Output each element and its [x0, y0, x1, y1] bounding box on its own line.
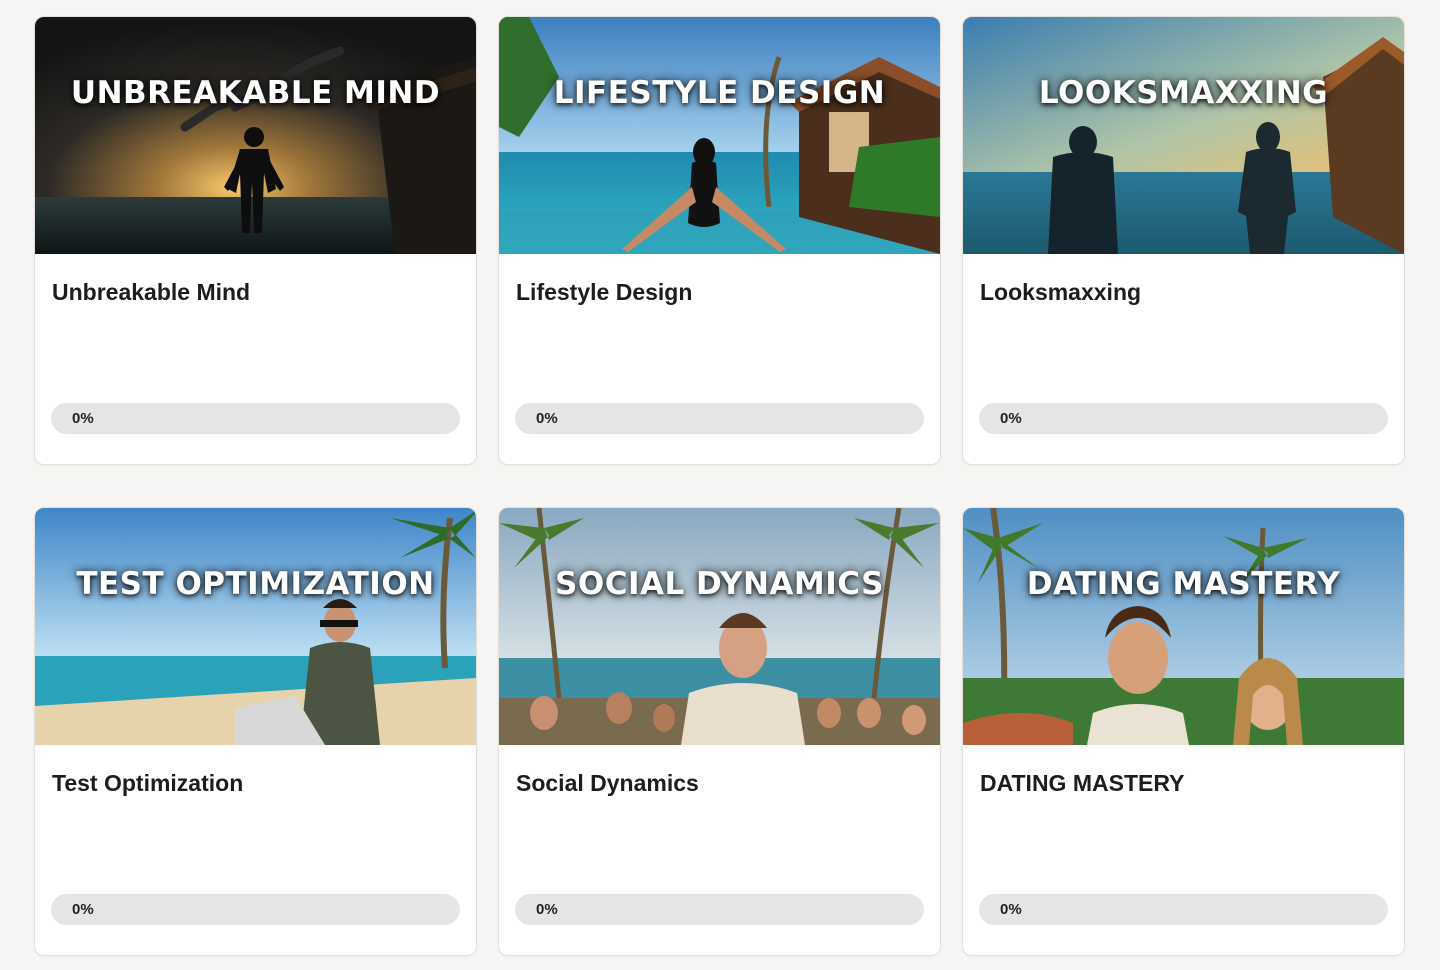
course-card[interactable]: LIFESTYLE DESIGN Lifestyle Design 0% — [498, 16, 941, 465]
course-banner-text: LIFESTYLE DESIGN — [553, 75, 886, 111]
course-card[interactable]: TEST OPTIMIZATION Test Optimization 0% — [34, 507, 477, 956]
progress-bar: 0% — [979, 403, 1388, 434]
progress-bar: 0% — [515, 403, 924, 434]
course-thumbnail[interactable]: SOCIAL DYNAMICS — [499, 508, 940, 745]
progress-label: 0% — [1000, 410, 1022, 427]
course-title[interactable]: Test Optimization — [52, 770, 243, 797]
course-thumbnail[interactable]: DATING MASTERY — [963, 508, 1404, 745]
course-banner-text: SOCIAL DYNAMICS — [555, 566, 884, 602]
course-thumbnail[interactable]: LOOKSMAXXING — [963, 17, 1404, 254]
two-silhouettes-image — [963, 17, 1404, 254]
course-thumbnail[interactable]: UNBREAKABLE MIND — [35, 17, 476, 254]
progress-bar: 0% — [515, 894, 924, 925]
course-grid: UNBREAKABLE MIND Unbreakable Mind 0% LIF… — [34, 16, 1405, 956]
course-card[interactable]: SOCIAL DYNAMICS Social Dynamics 0% — [498, 507, 941, 956]
couple-palms-image — [963, 508, 1404, 745]
course-banner-text: LOOKSMAXXING — [1038, 75, 1329, 111]
course-banner-text: TEST OPTIMIZATION — [76, 566, 435, 602]
progress-label: 0% — [72, 410, 94, 427]
course-thumbnail[interactable]: TEST OPTIMIZATION — [35, 508, 476, 745]
storm-silhouette-image — [35, 17, 476, 254]
course-title[interactable]: Unbreakable Mind — [52, 279, 250, 306]
course-card[interactable]: LOOKSMAXXING Looksmaxxing 0% — [962, 16, 1405, 465]
man-laptop-beach-image — [35, 508, 476, 745]
course-banner-text: DATING MASTERY — [1026, 566, 1341, 602]
progress-bar: 0% — [51, 894, 460, 925]
course-title[interactable]: DATING MASTERY — [980, 770, 1184, 797]
progress-label: 0% — [536, 901, 558, 918]
woman-infinity-pool-image — [499, 17, 940, 254]
progress-bar: 0% — [51, 403, 460, 434]
course-card[interactable]: UNBREAKABLE MIND Unbreakable Mind 0% — [34, 16, 477, 465]
course-card[interactable]: DATING MASTERY DATING MASTERY 0% — [962, 507, 1405, 956]
course-title[interactable]: Looksmaxxing — [980, 279, 1141, 306]
course-banner-text: UNBREAKABLE MIND — [70, 75, 441, 111]
course-thumbnail[interactable]: LIFESTYLE DESIGN — [499, 17, 940, 254]
course-title[interactable]: Lifestyle Design — [516, 279, 692, 306]
group-beach-image — [499, 508, 940, 745]
progress-label: 0% — [1000, 901, 1022, 918]
course-title[interactable]: Social Dynamics — [516, 770, 699, 797]
progress-label: 0% — [536, 410, 558, 427]
progress-label: 0% — [72, 901, 94, 918]
progress-bar: 0% — [979, 894, 1388, 925]
